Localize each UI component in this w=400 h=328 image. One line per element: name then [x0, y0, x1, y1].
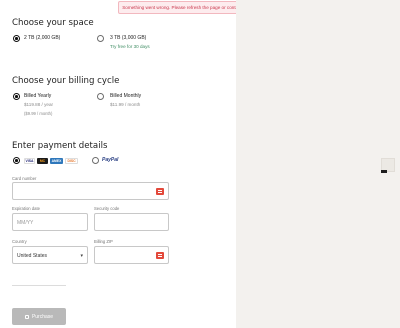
space-option-2tb-label[interactable]: 2 TB (2,000 GB): [24, 35, 60, 41]
card-icon: [156, 252, 164, 259]
billing-monthly-radio[interactable]: [97, 93, 104, 100]
divider: [12, 285, 66, 286]
country-select[interactable]: United States ▾: [12, 246, 88, 264]
billing-heading: Choose your billing cycle: [12, 76, 120, 86]
space-heading: Choose your space: [12, 18, 94, 28]
country-value: United States: [17, 253, 48, 259]
security-code-label: Security code: [94, 206, 120, 211]
amex-logo: AMEX: [50, 157, 63, 164]
mastercard-logo: MC: [37, 157, 48, 164]
order-summary-panel: [236, 0, 400, 328]
chevron-down-icon: ▾: [80, 253, 83, 259]
expiration-input[interactable]: MM/YY: [12, 213, 88, 231]
card-icon: [156, 188, 164, 195]
space-option-3tb-label[interactable]: 3 TB (3,000 GB): [110, 35, 146, 41]
card-number-input[interactable]: [12, 182, 169, 200]
country-label: Country: [12, 239, 27, 244]
discover-logo: DISC: [65, 157, 78, 164]
billing-monthly-price: $11.99 / month: [110, 102, 141, 107]
card-number-label: Card number: [12, 176, 37, 181]
billing-yearly-per-month: ($9.99 / month): [24, 111, 53, 116]
billing-yearly-radio[interactable]: [13, 93, 20, 100]
payment-cards-radio[interactable]: [13, 157, 20, 164]
paypal-logo[interactable]: PayPal: [102, 157, 118, 163]
checkout-form: Something went wrong. Please refresh the…: [0, 0, 323, 328]
purchase-button[interactable]: Purchase: [12, 308, 66, 325]
security-code-input[interactable]: [94, 213, 169, 231]
lock-icon: [24, 314, 29, 319]
billing-zip-label: Billing ZIP: [94, 239, 113, 244]
payment-heading: Enter payment details: [12, 141, 108, 151]
space-option-3tb-radio[interactable]: [97, 35, 104, 42]
expiration-placeholder: MM/YY: [17, 220, 34, 226]
payment-paypal-radio[interactable]: [92, 157, 99, 164]
billing-monthly-label[interactable]: Billed Monthly: [110, 93, 141, 99]
space-option-2tb-radio[interactable]: [13, 35, 20, 42]
help-widget-icon: [381, 170, 387, 173]
purchase-label: Purchase: [31, 313, 54, 320]
billing-zip-input[interactable]: [94, 246, 169, 264]
billing-yearly-price: $119.88 / year: [24, 102, 54, 107]
billing-yearly-label[interactable]: Billed Yearly: [24, 93, 51, 99]
expiration-label: Expiration date: [12, 206, 40, 211]
visa-logo: VISA: [24, 157, 35, 164]
space-option-3tb-note: Try free for 30 days: [110, 44, 150, 49]
